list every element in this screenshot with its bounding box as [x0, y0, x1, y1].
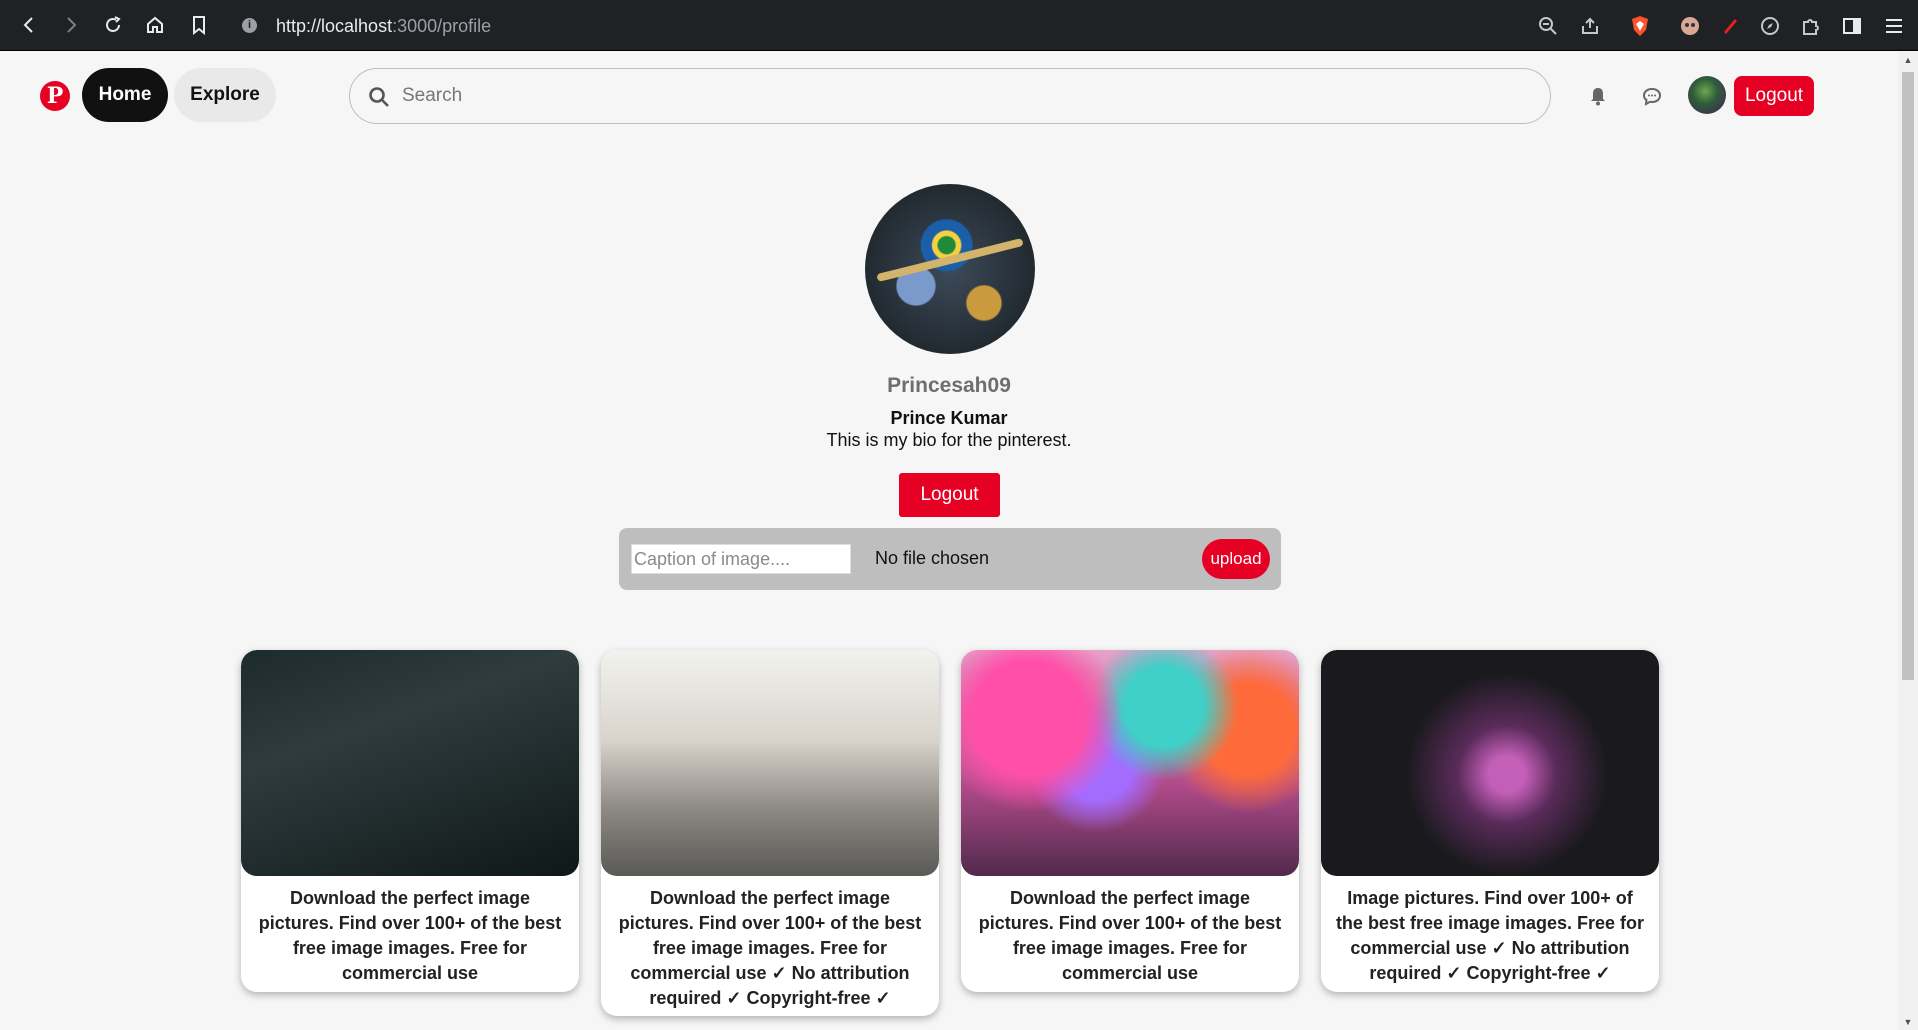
home-icon[interactable]: [140, 10, 170, 40]
sidebar-toggle-icon[interactable]: [1838, 12, 1866, 40]
bookmark-icon[interactable]: [184, 10, 214, 40]
post-image[interactable]: [241, 650, 579, 876]
profile-bio: This is my bio for the pinterest.: [826, 430, 1072, 450]
address-bar[interactable]: i http://localhost:3000/profile: [230, 6, 1630, 44]
post-card[interactable]: Download the perfect image pictures. Fin…: [241, 650, 579, 992]
zoom-icon[interactable]: [1534, 12, 1562, 40]
profile-username: Princesah09: [887, 374, 1011, 397]
search-bar[interactable]: [349, 68, 1551, 124]
post-caption: Image pictures. Find over 100+ of the be…: [1335, 888, 1645, 983]
post-caption: Download the perfect image pictures. Fin…: [258, 888, 562, 983]
app-header: P Home Explore Logout: [0, 52, 1898, 138]
profile-picture: [865, 184, 1035, 354]
pen-extension-icon[interactable]: [1716, 12, 1744, 40]
post-caption: Download the perfect image pictures. Fin…: [618, 888, 922, 1008]
post-card[interactable]: Download the perfect image pictures. Fin…: [961, 650, 1299, 992]
upload-form: No file chosen upload: [619, 528, 1281, 590]
page-scrollbar[interactable]: ▲ ▼: [1898, 52, 1918, 1030]
search-icon: [368, 86, 390, 108]
brave-shield-icon[interactable]: [1626, 12, 1654, 40]
share-icon[interactable]: [1576, 12, 1604, 40]
post-card[interactable]: Image pictures. Find over 100+ of the be…: [1321, 650, 1659, 992]
post-image[interactable]: [601, 650, 939, 876]
profile-logout-button[interactable]: Logout: [899, 473, 1000, 517]
menu-icon[interactable]: [1880, 12, 1908, 40]
bell-icon[interactable]: [1584, 82, 1612, 110]
file-chooser[interactable]: No file chosen: [875, 548, 989, 569]
header-logout-button[interactable]: Logout: [1734, 76, 1814, 116]
browser-toolbar: i http://localhost:3000/profile: [0, 0, 1918, 51]
scroll-up-icon[interactable]: ▲: [1903, 55, 1913, 65]
messages-icon[interactable]: [1638, 82, 1666, 110]
post-image[interactable]: [1321, 650, 1659, 876]
url-text: http://localhost:3000/profile: [276, 16, 492, 36]
scrollbar-thumb[interactable]: [1902, 72, 1914, 680]
compass-icon[interactable]: [1756, 12, 1784, 40]
pinterest-logo-icon[interactable]: P: [40, 81, 70, 111]
extensions-puzzle-icon[interactable]: [1796, 12, 1824, 40]
back-icon[interactable]: [14, 10, 44, 40]
profile-fullname: Prince Kumar: [890, 408, 1008, 428]
site-info-icon[interactable]: i: [242, 18, 257, 33]
forward-icon[interactable]: [56, 10, 86, 40]
scroll-down-icon[interactable]: ▼: [1903, 1017, 1913, 1027]
avatar[interactable]: [1688, 76, 1726, 114]
explore-button[interactable]: Explore: [174, 68, 276, 122]
search-input[interactable]: [402, 81, 1502, 111]
post-caption: Download the perfect image pictures. Fin…: [978, 888, 1282, 983]
post-image[interactable]: [961, 650, 1299, 876]
caption-input[interactable]: [631, 544, 851, 574]
upload-button[interactable]: upload: [1202, 539, 1270, 579]
extension-avatar-icon[interactable]: [1676, 12, 1704, 40]
reload-icon[interactable]: [98, 10, 128, 40]
post-card[interactable]: Download the perfect image pictures. Fin…: [601, 650, 939, 1016]
home-button[interactable]: Home: [82, 68, 168, 122]
